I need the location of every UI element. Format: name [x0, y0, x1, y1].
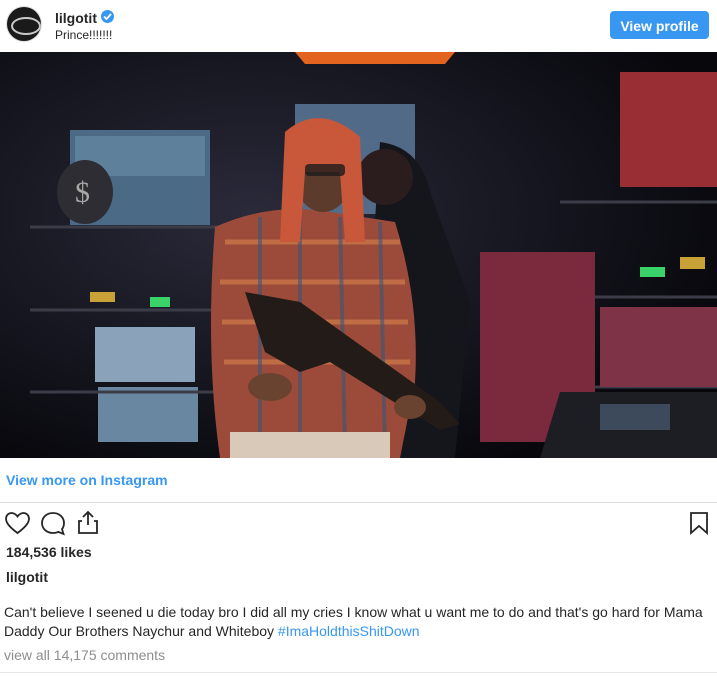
post-photo[interactable]: $: [0, 52, 717, 458]
header-location[interactable]: Prince!!!!!!!: [55, 28, 112, 42]
heart-icon[interactable]: [5, 512, 30, 540]
share-upload-icon[interactable]: [76, 510, 100, 540]
actions-divider: [0, 502, 717, 503]
comment-bubble-icon[interactable]: [40, 511, 66, 541]
post-header: lilgotit Prince!!!!!!! View profile: [0, 0, 717, 50]
svg-text:$: $: [75, 176, 90, 209]
view-more-on-instagram-link[interactable]: View more on Instagram: [6, 472, 168, 488]
view-profile-button[interactable]: View profile: [610, 11, 709, 39]
caption-hashtag-link[interactable]: #ImaHoldthisShitDown: [278, 623, 420, 639]
post-photo-image: $: [0, 52, 717, 458]
bottom-divider: [0, 672, 717, 673]
header-username[interactable]: lilgotit: [55, 10, 97, 26]
likes-count[interactable]: 184,536 likes: [6, 544, 92, 560]
avatar-ring: [11, 17, 41, 35]
post-caption: Can't believe I seened u die today bro I…: [4, 603, 716, 641]
view-all-comments-link[interactable]: view all 14,175 comments: [4, 647, 165, 663]
bookmark-icon[interactable]: [689, 511, 709, 540]
verified-badge-icon: [101, 10, 114, 23]
profile-avatar[interactable]: [7, 7, 41, 41]
caption-username[interactable]: lilgotit: [6, 569, 48, 585]
